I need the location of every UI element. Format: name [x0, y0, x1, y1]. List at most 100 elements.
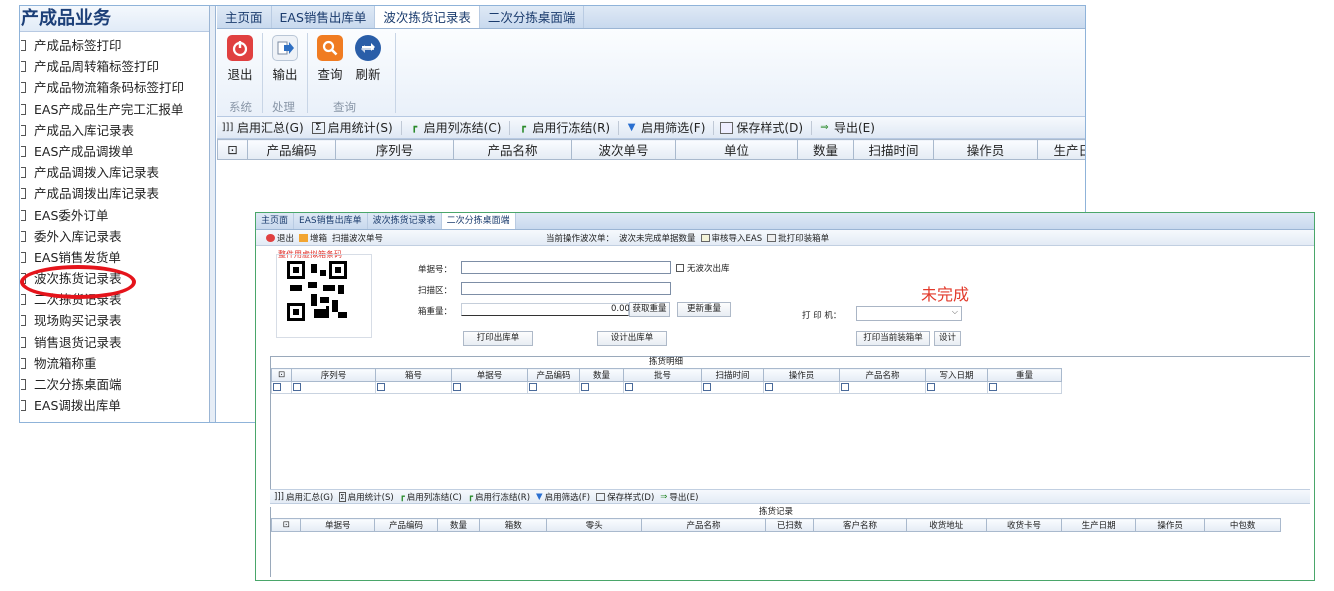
sidebar-item-8[interactable]: EAS委外订单: [20, 205, 209, 226]
column-header[interactable]: 已扫数: [764, 518, 815, 532]
save-style-button-b[interactable]: 保存样式(D): [596, 491, 654, 503]
column-header[interactable]: 扫描时间: [853, 139, 934, 160]
save-style-button[interactable]: 保存样式(D): [720, 119, 803, 136]
sidebar-item-7[interactable]: 产成品调拨出库记录表: [20, 183, 209, 204]
column-header[interactable]: 生产日期: [1061, 518, 1136, 532]
get-weight-button[interactable]: 获取重量: [629, 302, 670, 317]
tab-0[interactable]: 主页面: [217, 6, 272, 28]
sidebar-item-15[interactable]: 物流箱称重: [20, 353, 209, 374]
column-header[interactable]: 箱号: [375, 368, 452, 382]
enable-filter-button-b[interactable]: ▼ 启用筛选(F): [536, 491, 590, 503]
sidebar-item-5[interactable]: EAS产成品调拨单: [20, 141, 209, 162]
filter-cell[interactable]: [839, 381, 926, 394]
column-header[interactable]: 生产日期: [1037, 139, 1085, 160]
sidebar-item-13[interactable]: 现场购买记录表: [20, 310, 209, 331]
column-header[interactable]: 产品名称: [640, 518, 766, 532]
column-header[interactable]: 序列号: [335, 139, 454, 160]
enable-summary-button[interactable]: ]]] 启用汇总(G): [221, 119, 304, 136]
printer-select[interactable]: ⌵: [856, 306, 962, 321]
column-chooser-icon[interactable]: ⊡: [270, 518, 302, 532]
column-header[interactable]: 数量: [437, 518, 481, 532]
tab-2[interactable]: 波次拣货记录表: [375, 6, 480, 28]
column-header[interactable]: 单位: [675, 139, 798, 160]
sidebar-item-2[interactable]: 产成品物流箱条码标签打印: [20, 77, 209, 98]
enable-col-freeze-button[interactable]: ┏ 启用列冻结(C): [408, 119, 501, 136]
order-no-input[interactable]: [461, 261, 671, 274]
box-weight-input[interactable]: [461, 303, 629, 316]
column-header[interactable]: 箱数: [479, 518, 548, 532]
filter-cell[interactable]: [527, 381, 580, 394]
column-header[interactable]: 写入日期: [925, 368, 988, 382]
column-header[interactable]: 扫描时间: [701, 368, 764, 382]
sidebar-item-9[interactable]: 委外入库记录表: [20, 226, 209, 247]
sidebar-item-16[interactable]: 二次分拣桌面端: [20, 374, 209, 395]
column-header[interactable]: 客户名称: [813, 518, 907, 532]
sidebar-item-12[interactable]: 二次拣货记录表: [20, 289, 209, 310]
enable-row-freeze-button-b[interactable]: ┏ 启用行冻结(R): [468, 491, 530, 503]
tab-1[interactable]: EAS销售出库单: [272, 6, 376, 28]
no-wave-out-checkbox[interactable]: 无波次出库: [675, 262, 730, 274]
filter-cell[interactable]: [375, 381, 452, 394]
filter-cell[interactable]: [987, 381, 1062, 394]
column-header[interactable]: 收货地址: [905, 518, 987, 532]
filter-clear-icon[interactable]: [271, 381, 292, 394]
export-button[interactable]: ⇒ 导出(E): [818, 119, 875, 136]
sidebar-item-10[interactable]: EAS销售发货单: [20, 247, 209, 268]
print-current-box-button[interactable]: 打印当前装箱单: [856, 331, 930, 346]
sidebar-item-4[interactable]: 产成品入库记录表: [20, 120, 209, 141]
column-header[interactable]: 产品名称: [839, 368, 926, 382]
sidebar-item-17[interactable]: EAS调拨出库单: [20, 395, 209, 416]
column-header[interactable]: 单据号: [451, 368, 528, 382]
column-header[interactable]: 零头: [546, 518, 642, 532]
output-button[interactable]: 输出: [268, 35, 302, 83]
tab-0[interactable]: 主页面: [256, 213, 295, 229]
filter-cell[interactable]: [763, 381, 840, 394]
sidebar-item-0[interactable]: 产成品标签打印: [20, 35, 209, 56]
column-header[interactable]: 数量: [579, 368, 624, 382]
filter-cell[interactable]: [701, 381, 764, 394]
sidebar-item-11[interactable]: 波次拣货记录表: [20, 268, 209, 289]
column-header[interactable]: 单据号: [300, 518, 375, 532]
design-outbound-button[interactable]: 设计出库单: [597, 331, 667, 346]
wave-unfinished-button[interactable]: 波次未完成单据数量: [619, 232, 696, 244]
sidebar-item-3[interactable]: EAS产成品生产完工汇报单: [20, 99, 209, 120]
filter-cell[interactable]: [579, 381, 624, 394]
enable-stats-button[interactable]: Σ 启用统计(S): [311, 119, 393, 136]
column-chooser-icon[interactable]: ⊡: [217, 139, 248, 160]
enable-row-freeze-button[interactable]: ┏ 启用行冻结(R): [516, 119, 610, 136]
enable-summary-button-b[interactable]: ]]] 启用汇总(G): [274, 491, 333, 503]
update-weight-button[interactable]: 更新重量: [677, 302, 731, 317]
exit-button[interactable]: 退出: [223, 35, 257, 83]
column-chooser-icon[interactable]: ⊡: [271, 368, 292, 382]
tab-3[interactable]: 二次分拣桌面端: [480, 6, 585, 28]
column-header[interactable]: 重量: [987, 368, 1062, 382]
sidebar-splitter[interactable]: [210, 6, 216, 422]
column-header[interactable]: 产品编码: [247, 139, 336, 160]
column-header[interactable]: 中包数: [1204, 518, 1281, 532]
tab-3[interactable]: 二次分拣桌面端: [441, 213, 516, 229]
enable-filter-button[interactable]: ▼ 启用筛选(F): [625, 119, 706, 136]
column-header[interactable]: 操作员: [933, 139, 1038, 160]
column-header[interactable]: 操作员: [1134, 518, 1206, 532]
scan-wave-button[interactable]: 扫描波次单号: [332, 232, 383, 244]
exit-button-b[interactable]: 退出: [266, 232, 294, 244]
filter-cell[interactable]: [623, 381, 702, 394]
batch-print-button[interactable]: 批打印装箱单: [767, 232, 829, 244]
enable-stats-button-b[interactable]: Σ 启用统计(S): [339, 491, 394, 503]
column-header[interactable]: 序列号: [291, 368, 376, 382]
filter-cell[interactable]: [291, 381, 376, 394]
column-header[interactable]: 操作员: [763, 368, 840, 382]
enable-col-freeze-button-b[interactable]: ┏ 启用列冻结(C): [400, 491, 462, 503]
tab-1[interactable]: EAS销售出库单: [294, 213, 368, 229]
filter-cell[interactable]: [451, 381, 528, 394]
sidebar-item-14[interactable]: 销售退货记录表: [20, 332, 209, 353]
filter-cell[interactable]: [925, 381, 988, 394]
column-header[interactable]: 波次单号: [571, 139, 676, 160]
audit-import-button[interactable]: 审核导入EAS: [700, 232, 762, 244]
column-header[interactable]: 批号: [623, 368, 702, 382]
sidebar-item-6[interactable]: 产成品调拨入库记录表: [20, 162, 209, 183]
tab-2[interactable]: 波次拣货记录表: [368, 213, 442, 229]
print-outbound-button[interactable]: 打印出库单: [463, 331, 533, 346]
design-button[interactable]: 设计: [934, 331, 961, 346]
column-header[interactable]: 收货卡号: [985, 518, 1063, 532]
